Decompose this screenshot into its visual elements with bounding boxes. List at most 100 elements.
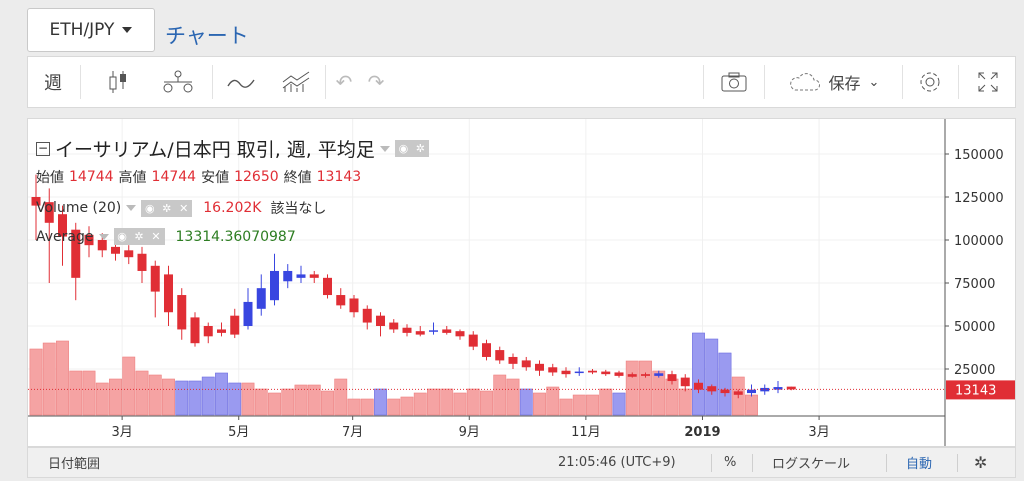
chevron-down-icon[interactable] (126, 205, 137, 211)
close-icon[interactable]: ✕ (147, 228, 165, 245)
candle-body (362, 308, 372, 323)
volume-bar (519, 388, 533, 416)
volume-bar (480, 390, 493, 416)
eye-icon[interactable]: ◉ (141, 199, 159, 217)
percent-toggle[interactable]: % (724, 448, 736, 477)
volume-bar (95, 382, 109, 416)
candle-body (402, 327, 412, 333)
candle-body (203, 326, 213, 337)
line-chart-icon[interactable] (213, 57, 269, 107)
average-legend: Average ◉ ✲ ✕ 13314.36070987 (36, 228, 296, 245)
gear-icon[interactable]: ✲ (158, 199, 176, 217)
x-tick-label: 2019 (684, 425, 720, 440)
candle-body (614, 372, 624, 376)
candle-body (574, 371, 584, 374)
collapse-icon[interactable]: − (36, 141, 50, 156)
chart-legend-title: − イーサリアム/日本円 取引, 週, 平均足 ◉ ✲ (36, 135, 429, 162)
chevron-down-icon (122, 27, 133, 33)
x-tick-label: 9月 (459, 425, 480, 440)
volume-bar (387, 398, 401, 416)
volume-bar (625, 360, 639, 416)
volume-bar (745, 394, 758, 416)
pair-label: ETH/JPY (49, 20, 115, 40)
volume-bar (440, 388, 454, 416)
volume-bar (29, 348, 43, 416)
candle-type-icon[interactable] (88, 57, 148, 107)
interval-button[interactable]: 週 (28, 57, 78, 107)
volume-bar (360, 398, 374, 416)
volume-bar (228, 382, 242, 416)
volume-bar (201, 376, 215, 416)
volume-bar (162, 378, 175, 416)
volume-bar (533, 392, 546, 416)
volume-bar (148, 374, 162, 416)
pair-selector[interactable]: ETH/JPY (27, 8, 155, 52)
chevron-down-icon[interactable] (379, 145, 390, 152)
volume-bar (705, 338, 719, 416)
ohlc-legend: 始値 14744 高値 14744 安値 12650 終値 13143 (36, 167, 361, 187)
volume-bar (374, 388, 387, 416)
x-tick-label: 3月 (808, 425, 829, 440)
candle-body (694, 382, 703, 390)
chart-panel[interactable]: 25000 50000 75000 100000 125000 150000 13143 3月… (27, 118, 1016, 447)
close-label: 終値 (283, 170, 312, 186)
volume-bar (546, 386, 560, 416)
average-label: Average (36, 228, 94, 245)
fullscreen-icon[interactable] (960, 57, 1016, 107)
date-range-button[interactable]: 日付範囲 (48, 448, 100, 477)
candle-body (680, 377, 690, 387)
eye-icon[interactable]: ◉ (394, 140, 412, 157)
volume-bar (453, 392, 467, 416)
volume-bar (307, 384, 321, 416)
volume-bar (188, 380, 202, 416)
y-tick-label: 125000 (954, 191, 1004, 206)
gear-icon[interactable] (904, 57, 956, 107)
indicators-icon[interactable] (148, 57, 208, 107)
log-scale-toggle[interactable]: ログスケール (772, 448, 850, 477)
camera-icon[interactable] (706, 57, 762, 107)
candle-body (627, 374, 637, 377)
chart-link[interactable]: チャート (165, 20, 249, 50)
chevron-down-icon[interactable] (98, 233, 109, 240)
volume-bar (506, 378, 520, 416)
chevron-down-icon: ⌄ (868, 74, 880, 90)
volume-bar (586, 394, 599, 416)
candle-body (667, 374, 677, 382)
candle-body (190, 317, 200, 344)
volume-bar (241, 382, 255, 416)
y-tick-label: 25000 (954, 363, 995, 378)
candle-body (548, 367, 558, 373)
candle-body (230, 315, 240, 335)
y-tick-label: 75000 (954, 277, 995, 292)
auto-scale-toggle[interactable]: 自動 (906, 448, 932, 477)
x-tick-label: 7月 (342, 425, 363, 440)
candle-body (177, 295, 187, 330)
compare-icon[interactable] (268, 57, 324, 107)
volume-bar (109, 378, 122, 416)
gear-icon[interactable]: ✲ (974, 448, 987, 477)
low-label: 安値 (201, 170, 230, 186)
candle-body (283, 270, 293, 282)
eye-icon[interactable]: ◉ (113, 228, 131, 245)
candle-body (641, 374, 650, 376)
candle-body (376, 315, 385, 326)
volume-bar (427, 388, 440, 416)
volume-bar (122, 356, 136, 416)
volume-bar (718, 352, 732, 416)
volume-bar (559, 398, 573, 416)
candle-body (482, 343, 491, 357)
candle-body (389, 322, 399, 330)
save-button[interactable]: 保存 ⌄ (768, 57, 898, 107)
volume-bar (56, 340, 69, 416)
candle-body (336, 295, 346, 306)
close-icon[interactable]: ✕ (175, 199, 193, 217)
undo-icon[interactable]: ↶ (328, 57, 360, 107)
gear-icon[interactable]: ✲ (130, 228, 148, 245)
redo-icon[interactable]: ↷ (360, 57, 392, 107)
candle-body (786, 386, 796, 390)
gear-icon[interactable]: ✲ (411, 140, 429, 157)
last-price-label: 13143 (955, 383, 996, 398)
candle-body (495, 350, 505, 361)
volume-bar (268, 392, 281, 416)
cloud-icon (789, 73, 820, 91)
